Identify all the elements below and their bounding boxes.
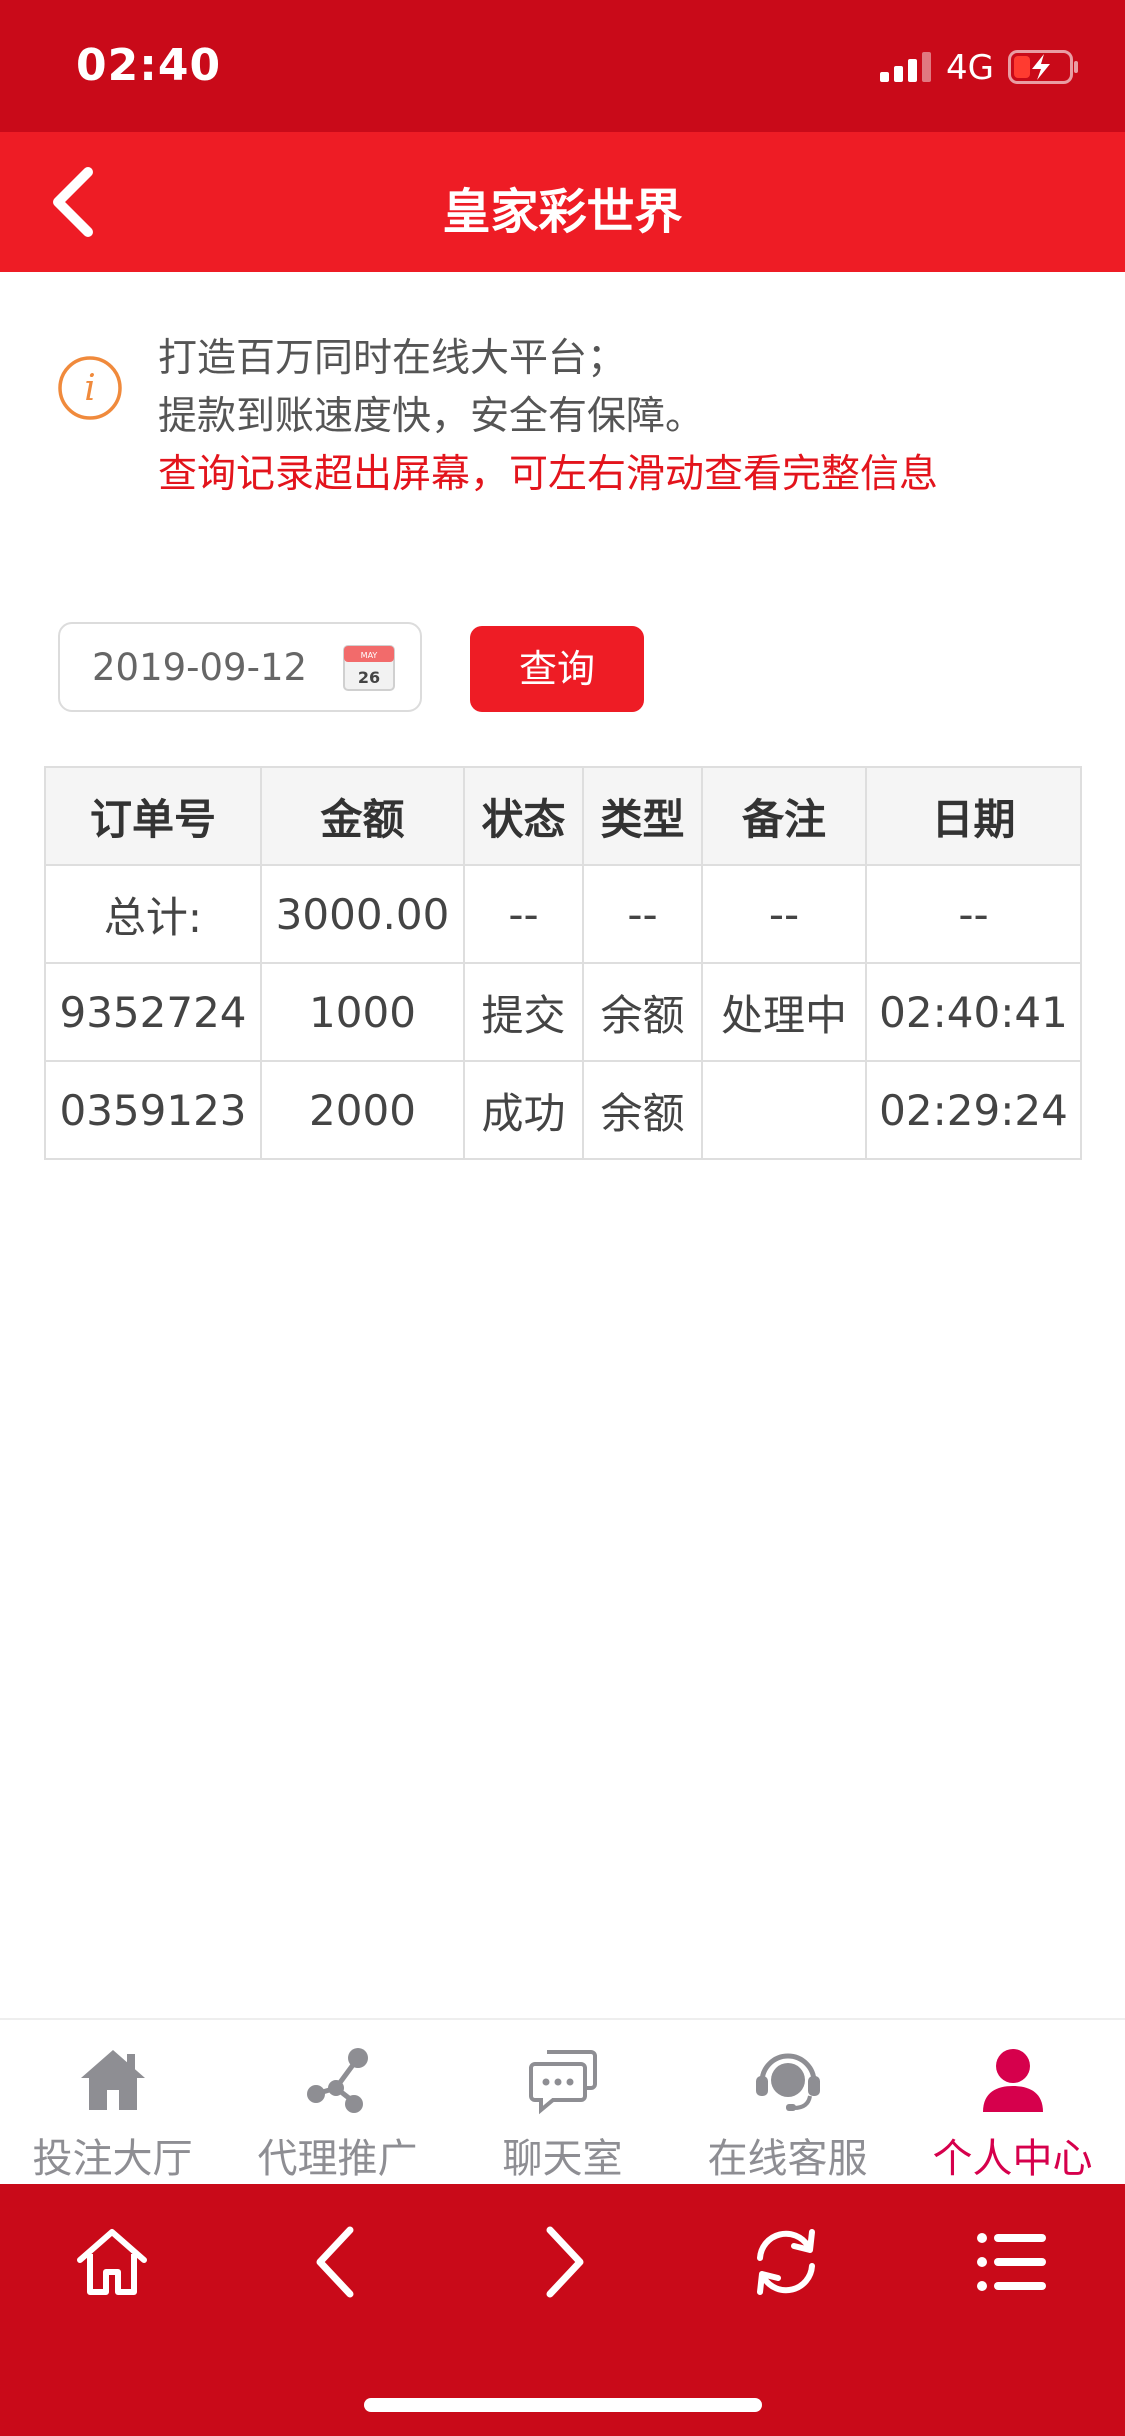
signal-icon — [880, 52, 931, 82]
bottom-tab-bar: 投注大厅 代理推广 聊天室 在线客服 个人中心 — [0, 2018, 1125, 2184]
calendar-month: MAY — [361, 651, 378, 660]
type: 余额 — [582, 962, 703, 1062]
header-type: 类型 — [582, 766, 703, 866]
records-table: 订单号 金额 状态 类型 备注 日期 总计: 3000.00 -- -- -- … — [44, 766, 1082, 1160]
tab-agent-promotion[interactable]: 代理推广 — [225, 2020, 450, 2186]
header-order-no: 订单号 — [44, 766, 262, 866]
tab-label: 在线客服 — [707, 2136, 868, 2182]
svg-text:i: i — [84, 368, 96, 409]
notice-line: 打造百万同时在线大平台； — [158, 336, 627, 381]
nav-header: 皇家彩世界 — [0, 132, 1125, 272]
type: 余额 — [582, 1060, 703, 1160]
tab-chat-room[interactable]: 聊天室 — [450, 2020, 675, 2186]
calendar-day: 26 — [358, 668, 380, 687]
status-bar: 02:40 4G — [0, 0, 1125, 132]
menu-icon[interactable] — [972, 2222, 1052, 2302]
table-cell: -- — [865, 864, 1082, 964]
table-cell: -- — [582, 864, 703, 964]
headset-icon — [756, 2053, 820, 2111]
header-remark: 备注 — [701, 766, 867, 866]
header-date: 日期 — [865, 766, 1082, 866]
amount: 2000 — [260, 1060, 465, 1160]
tab-online-service[interactable]: 在线客服 — [675, 2020, 900, 2186]
user-icon — [983, 2049, 1043, 2112]
header-amount: 金额 — [260, 766, 465, 866]
home-icon — [81, 2050, 145, 2110]
date: 02:40:41 — [865, 962, 1082, 1062]
table-row[interactable]: 0359123 2000 成功 余额 02:29:24 — [44, 1060, 1082, 1160]
tab-label: 投注大厅 — [32, 2136, 193, 2182]
tab-personal-center[interactable]: 个人中心 — [900, 2020, 1125, 2186]
home-indicator[interactable] — [364, 2398, 762, 2412]
refresh-icon[interactable] — [746, 2222, 826, 2302]
date-picker-input[interactable]: 2019-09-12 MAY 26 — [58, 622, 422, 712]
battery-charging-icon — [1008, 50, 1078, 84]
tab-betting-hall[interactable]: 投注大厅 — [0, 2020, 225, 2186]
info-icon: i — [58, 356, 122, 420]
tab-label: 个人中心 — [932, 2136, 1093, 2182]
chat-icon — [529, 2050, 597, 2115]
amount: 1000 — [260, 962, 465, 1062]
table-cell: -- — [463, 864, 584, 964]
page-title: 皇家彩世界 — [442, 184, 683, 240]
order-number: 9352724 — [44, 962, 262, 1062]
header-status: 状态 — [463, 766, 584, 866]
status-time: 02:40 — [76, 40, 222, 91]
query-button[interactable]: 查询 — [470, 626, 644, 712]
tab-label: 代理推广 — [257, 2136, 418, 2182]
calendar-icon[interactable]: MAY 26 — [342, 644, 396, 692]
table-row[interactable]: 9352724 1000 提交 余额 处理中 02:40:41 — [44, 962, 1082, 1062]
table-header-row: 订单号 金额 状态 类型 备注 日期 — [44, 766, 1082, 866]
status: 成功 — [463, 1060, 584, 1160]
date: 02:29:24 — [865, 1060, 1082, 1160]
remark: 处理中 — [701, 962, 867, 1062]
total-row: 总计: 3000.00 -- -- -- -- — [44, 864, 1082, 964]
notice-warning: 查询记录超出屏幕，可左右滑动查看完整信息 — [158, 452, 939, 497]
forward-arrow-icon[interactable] — [522, 2222, 602, 2302]
total-amount: 3000.00 — [260, 864, 465, 964]
back-arrow-icon[interactable] — [298, 2222, 378, 2302]
home-outline-icon[interactable] — [72, 2222, 152, 2302]
date-value: 2019-09-12 — [92, 646, 308, 689]
network-type: 4G — [946, 48, 994, 88]
remark — [701, 1060, 867, 1160]
status: 提交 — [463, 962, 584, 1062]
order-number: 0359123 — [44, 1060, 262, 1160]
table-cell: -- — [701, 864, 867, 964]
share-icon — [307, 2048, 368, 2113]
notice-line: 提款到账速度快，安全有保障。 — [158, 394, 705, 439]
tab-label: 聊天室 — [502, 2136, 623, 2182]
total-label: 总计: — [44, 864, 262, 964]
